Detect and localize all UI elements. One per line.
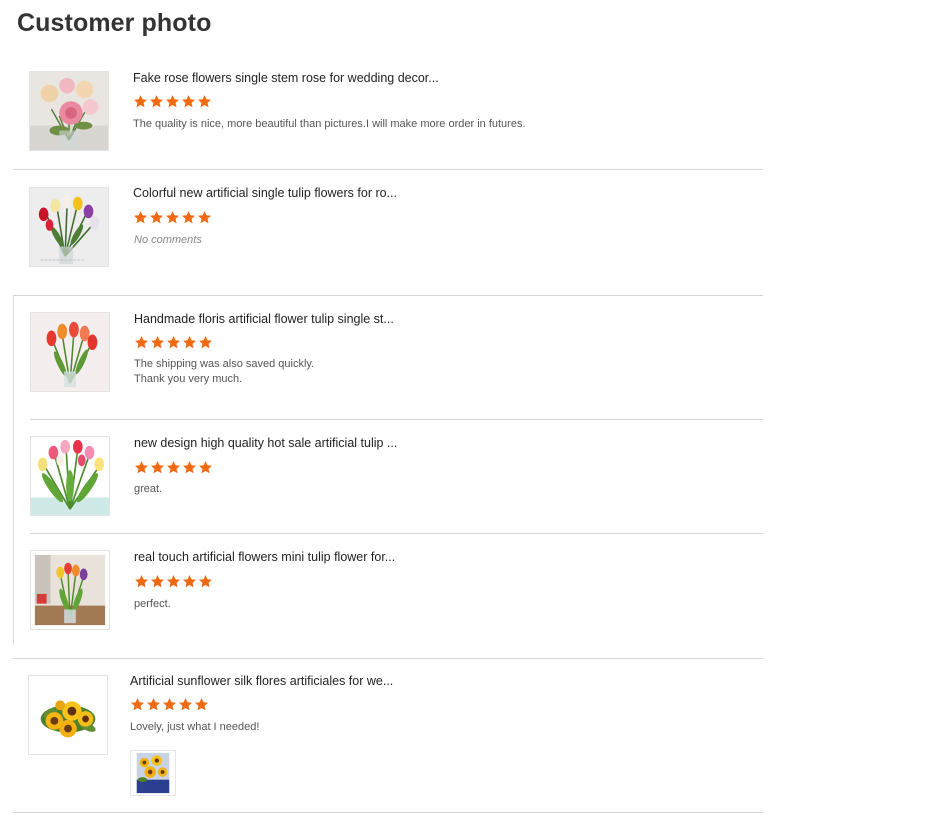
star-icon [195,698,208,711]
section-border [13,295,14,645]
star-rating [133,94,212,110]
product-title[interactable]: Handmade floris artificial flower tulip … [134,311,394,327]
star-icon [199,575,212,588]
star-icon [166,95,179,108]
star-icon [163,698,176,711]
product-thumbnail-sunflower[interactable] [28,675,108,755]
star-icon [167,336,180,349]
tulip-bouquet-image [31,437,109,515]
star-rating [130,697,209,713]
review-comment: great. [134,483,163,495]
sunflower-customer-photo [131,751,175,795]
svg-text:~~~~~~~~~~~: ~~~~~~~~~~~ [40,258,85,264]
tulip-vase-image [31,313,109,391]
star-icon [183,336,196,349]
star-icon [167,575,180,588]
star-icon [150,211,163,224]
star-icon [135,575,148,588]
review-divider [13,658,763,659]
star-icon [198,95,211,108]
star-rating [134,460,213,476]
star-icon [151,461,164,474]
star-icon [183,575,196,588]
star-icon [147,698,160,711]
star-rating [133,210,212,226]
product-thumbnail-rose[interactable] [29,71,109,151]
review-comment-line: Thank you very much. [134,373,243,385]
review-comment: Lovely, just what I needed! [130,721,260,733]
review-comment: perfect. [134,598,171,610]
product-thumbnail-tulip[interactable] [30,550,110,630]
star-icon [182,211,195,224]
review-comment: No comments [134,234,202,246]
review-comment: The quality is nice, more beautiful than… [133,118,526,130]
star-icon [199,461,212,474]
star-rating [134,574,213,590]
customer-photo-thumbnail[interactable] [130,750,176,796]
product-thumbnail-tulip[interactable] [30,436,110,516]
review-divider [13,295,763,296]
product-title[interactable]: new design high quality hot sale artific… [134,435,397,451]
colorful-tulip-vase-image: ~~~~~~~~~~~ [30,188,108,266]
star-icon [166,211,179,224]
product-thumbnail-tulip[interactable]: ~~~~~~~~~~~ [29,187,109,267]
tulip-table-image [31,551,109,629]
star-icon [134,95,147,108]
product-title[interactable]: real touch artificial flowers mini tulip… [134,549,395,565]
star-icon [167,461,180,474]
star-icon [151,336,164,349]
star-icon [150,95,163,108]
product-title[interactable]: Colorful new artificial single tulip flo… [133,185,397,201]
star-icon [131,698,144,711]
star-icon [134,211,147,224]
star-icon [151,575,164,588]
star-rating [134,335,213,351]
sunflower-bouquet-image [29,676,107,754]
star-icon [198,211,211,224]
pink-rose-bouquet-image [30,72,108,150]
star-icon [135,336,148,349]
product-thumbnail-tulip[interactable] [30,312,110,392]
star-icon [199,336,212,349]
star-icon [183,461,196,474]
star-icon [179,698,192,711]
review-divider [13,169,763,170]
page-title: Customer photo [17,9,212,37]
product-title[interactable]: Fake rose flowers single stem rose for w… [133,70,439,86]
star-icon [182,95,195,108]
review-comment-line: The shipping was also saved quickly. [134,358,315,370]
review-divider [13,812,763,813]
review-divider [30,419,763,420]
review-divider [30,533,763,534]
product-title[interactable]: Artificial sunflower silk flores artific… [130,673,393,689]
star-icon [135,461,148,474]
